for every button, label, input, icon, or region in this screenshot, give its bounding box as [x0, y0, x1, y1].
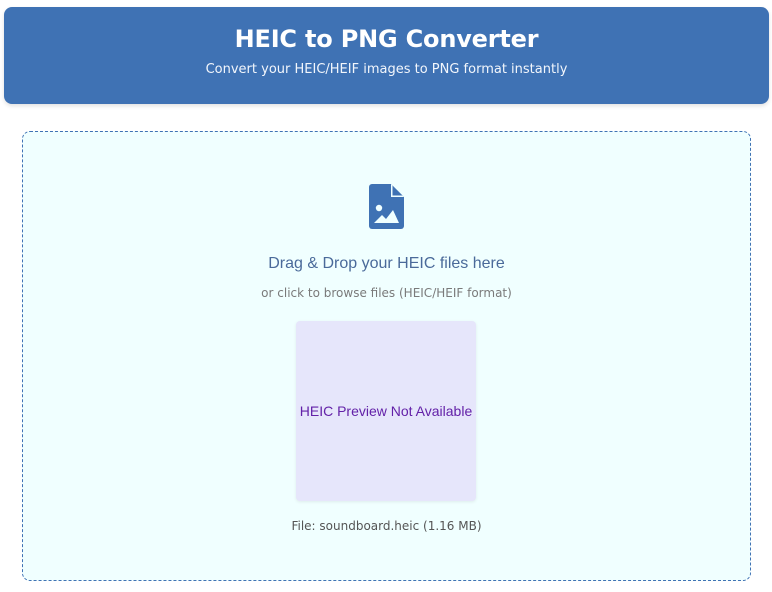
app-header: HEIC to PNG Converter Convert your HEIC/… — [4, 7, 769, 104]
file-info: File: soundboard.heic (1.16 MB) — [291, 519, 482, 533]
page-subtitle: Convert your HEIC/HEIF images to PNG for… — [205, 62, 568, 77]
file-image-icon[interactable] — [369, 184, 404, 229]
dropzone-hint: or click to browse files (HEIC/HEIF form… — [261, 286, 512, 300]
image-preview: HEIC Preview Not Available — [296, 321, 476, 501]
preview-placeholder-text: HEIC Preview Not Available — [299, 403, 473, 419]
page-title: HEIC to PNG Converter — [234, 25, 539, 53]
file-dropzone[interactable]: Drag & Drop your HEIC files here or clic… — [22, 131, 751, 581]
dropzone-title: Drag & Drop your HEIC files here — [268, 255, 505, 272]
